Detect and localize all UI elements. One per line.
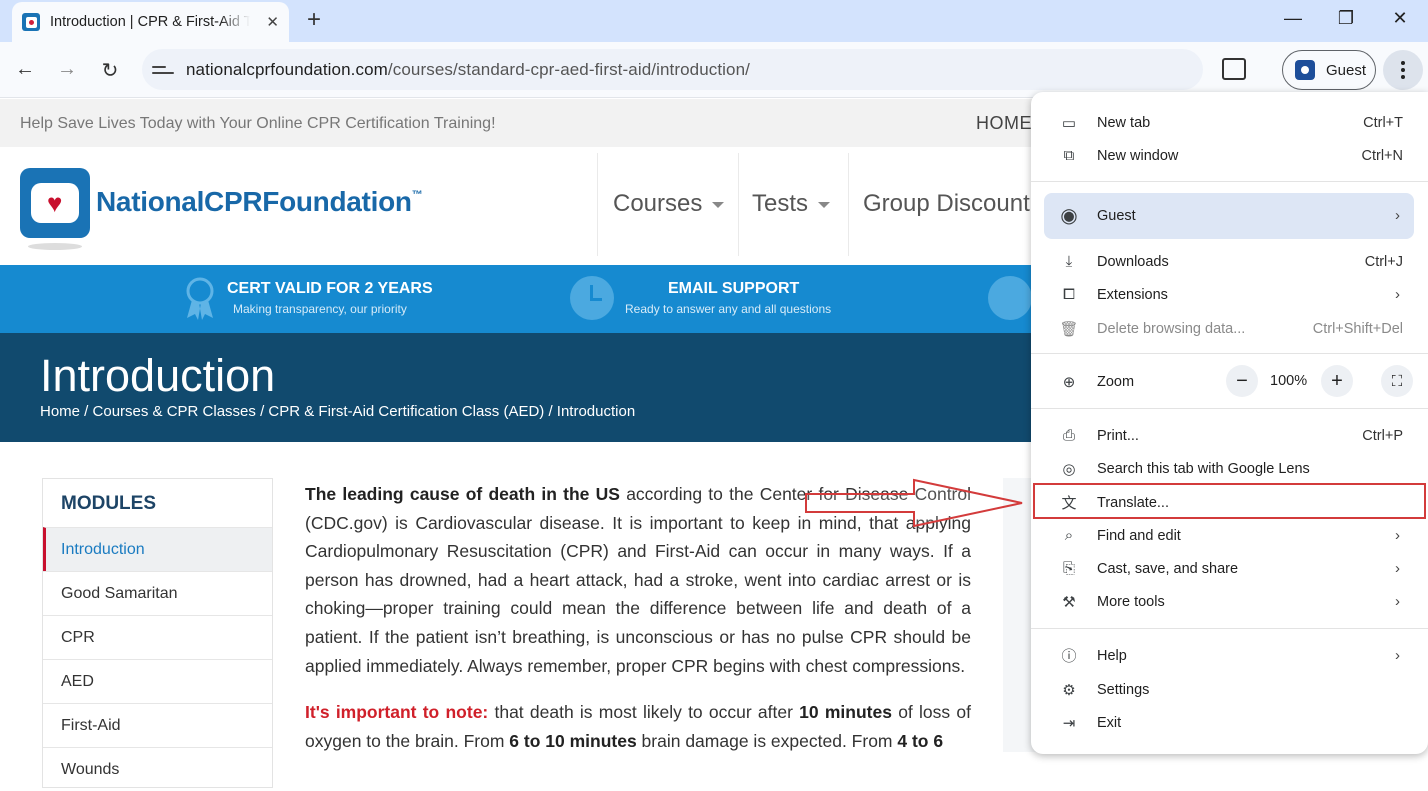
zoom-icon: ⊕ (1062, 373, 1076, 391)
chevron-right-icon: › (1395, 647, 1400, 664)
profile-avatar-icon (1295, 60, 1315, 80)
cast-icon: ⎘ (1062, 560, 1075, 577)
module-item-good-samaritan[interactable]: Good Samaritan (43, 571, 272, 615)
gear-icon: ⚙ (1062, 681, 1076, 699)
module-item-first-aid[interactable]: First-Aid (43, 703, 272, 747)
chevron-right-icon: › (1395, 286, 1400, 303)
module-item-cpr[interactable]: CPR (43, 615, 272, 659)
menu-item-extensions[interactable]: ⧠ Extensions › (1031, 278, 1428, 311)
site-favicon-icon (22, 13, 40, 31)
zoom-in-button[interactable]: + (1321, 365, 1353, 397)
menu-divider (1031, 628, 1428, 629)
feature-subtitle: Ready to answer any and all questions (625, 302, 832, 316)
menu-item-exit[interactable]: ⇥ Exit (1031, 706, 1428, 739)
download-icon: ⤓ (1065, 253, 1073, 270)
feature-title: CERT VALID FOR 2 YEARS (227, 280, 433, 297)
new-tab-icon: ▭ (1061, 114, 1077, 132)
chevron-right-icon: › (1395, 527, 1400, 544)
fullscreen-icon[interactable]: ⛶ (1381, 365, 1413, 397)
menu-item-downloads[interactable]: ⤓ Downloads Ctrl+J (1031, 245, 1428, 278)
logo-heart-icon[interactable]: ♥ (20, 168, 90, 238)
nav-tests[interactable]: Tests (752, 190, 831, 218)
site-info-icon[interactable] (152, 59, 174, 81)
menu-item-more-tools[interactable]: ⚒ More tools › (1031, 585, 1428, 618)
account-circle-icon: ◉ (1060, 205, 1078, 227)
profile-button[interactable]: Guest (1282, 50, 1376, 90)
modules-title: MODULES (61, 493, 156, 514)
search-lens-icon[interactable] (1222, 58, 1246, 80)
chevron-down-icon (712, 201, 725, 208)
chevron-right-icon: › (1395, 593, 1400, 610)
menu-item-guest[interactable]: ◉ Guest › (1031, 199, 1428, 232)
breadcrumb[interactable]: Home / Courses & CPR Classes / CPR & Fir… (40, 403, 635, 420)
menu-item-google-lens[interactable]: ◎ Search this tab with Google Lens (1031, 452, 1428, 485)
zoom-level: 100% (1270, 373, 1308, 389)
menu-item-print[interactable]: ⎙ Print... Ctrl+P (1031, 419, 1428, 452)
award-ribbon-icon (186, 277, 214, 320)
feature-subtitle: Making transparency, our priority (233, 302, 407, 316)
chevron-right-icon: › (1395, 560, 1400, 577)
menu-divider (1031, 408, 1428, 409)
menu-divider (1031, 353, 1428, 354)
puzzle-icon: ⧠ (1062, 286, 1075, 303)
module-item-aed[interactable]: AED (43, 659, 272, 703)
new-tab-button[interactable]: + (302, 6, 326, 34)
minimize-button[interactable]: — (1278, 8, 1308, 29)
feature-title: EMAIL SUPPORT (668, 280, 800, 297)
tab-close-icon[interactable]: ✕ (266, 13, 279, 31)
profile-label: Guest (1326, 61, 1367, 79)
annotation-arrow-icon (805, 478, 1023, 528)
nav-divider (848, 153, 849, 256)
reload-button[interactable]: ↻ (96, 58, 124, 83)
menu-item-cast-save-share[interactable]: ⎘ Cast, save, and share › (1031, 552, 1428, 585)
menu-divider (1031, 181, 1428, 182)
find-icon: ⌕ (1064, 527, 1074, 544)
home-link[interactable]: HOME (976, 113, 1032, 134)
site-tagline: Help Save Lives Today with Your Online C… (20, 115, 496, 132)
module-item-introduction[interactable]: Introduction (43, 527, 272, 571)
menu-item-settings[interactable]: ⚙ Settings (1031, 673, 1428, 706)
module-item-wounds[interactable]: Wounds (43, 747, 272, 791)
maximize-button[interactable]: ❐ (1331, 8, 1361, 29)
trash-icon: 🗑 (1059, 320, 1079, 338)
menu-item-find-and-edit[interactable]: ⌕ Find and edit › (1031, 519, 1428, 552)
chevron-down-icon (818, 201, 831, 208)
printer-icon: ⎙ (1062, 427, 1075, 444)
logo-shadow (28, 243, 82, 250)
chevron-right-icon: › (1395, 207, 1400, 224)
forward-button[interactable]: → (53, 58, 81, 81)
globe-icon (988, 276, 1032, 320)
nav-courses[interactable]: Courses (613, 190, 725, 218)
clock-icon (570, 276, 614, 320)
tab-title: Introduction | CPR & First-Aid Training (50, 14, 250, 30)
nav-group-discount[interactable]: Group Discount (863, 190, 1030, 218)
close-window-button[interactable]: ✕ (1385, 8, 1415, 29)
new-window-icon: ⧉ (1063, 147, 1075, 164)
help-icon: ⓘ (1061, 648, 1077, 665)
lens-icon: ◎ (1062, 460, 1076, 478)
menu-item-delete-browsing-data[interactable]: 🗑 Delete browsing data... Ctrl+Shift+Del (1031, 312, 1428, 345)
chrome-menu-button[interactable] (1383, 50, 1423, 90)
back-button[interactable]: ← (11, 58, 39, 81)
zoom-out-button[interactable]: − (1226, 365, 1258, 397)
menu-item-new-tab[interactable]: ▭ New tab Ctrl+T (1031, 106, 1428, 139)
nav-divider (738, 153, 739, 256)
nav-divider (597, 153, 598, 256)
menu-item-new-window[interactable]: ⧉ New window Ctrl+N (1031, 139, 1428, 172)
exit-icon: ⇥ (1062, 714, 1076, 732)
article-paragraph: It's important to note: that death is mo… (305, 702, 971, 751)
menu-item-help[interactable]: ⓘ Help › (1031, 639, 1428, 672)
translate-highlight-box (1033, 483, 1426, 519)
url-text: nationalcprfoundation.com/courses/standa… (186, 59, 750, 79)
toolbox-icon: ⚒ (1062, 593, 1076, 611)
browser-tab[interactable]: Introduction | CPR & First-Aid Training … (12, 2, 289, 42)
page-title: Introduction (40, 350, 276, 401)
address-bar[interactable]: nationalcprfoundation.com/courses/standa… (142, 49, 1203, 90)
site-logo[interactable]: NationalCPRFoundation™ (96, 186, 423, 218)
